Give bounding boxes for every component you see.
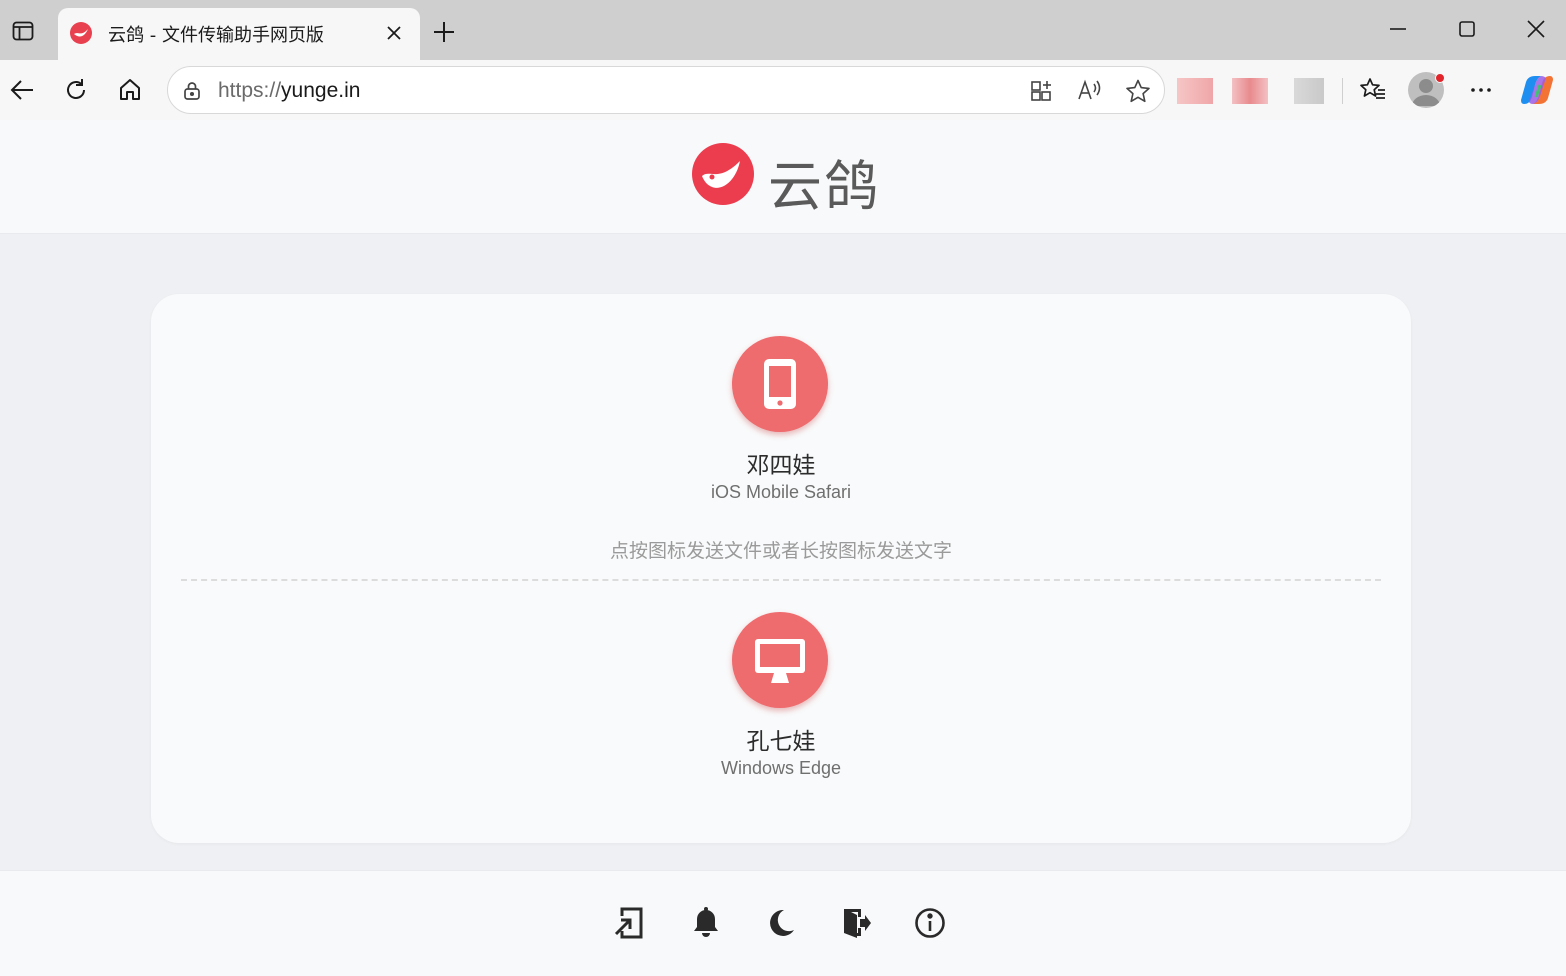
mobile-phone-icon [764, 359, 796, 409]
more-options-icon[interactable] [1466, 75, 1496, 105]
url-text[interactable]: https://yunge.in [218, 79, 360, 103]
yunge-logo-icon [692, 143, 754, 205]
browser-toolbar: https://yunge.in [0, 60, 1566, 120]
tab-title: 云鸽 - 文件传输助手网页版 [108, 25, 324, 46]
browser-tab[interactable]: 云鸽 - 文件传输助手网页版 [58, 8, 420, 60]
new-tab-icon[interactable] [430, 18, 458, 46]
extension-icon[interactable] [1294, 78, 1324, 104]
dashed-divider [181, 579, 1381, 581]
tab-actions-icon[interactable] [8, 16, 38, 46]
app-header: 云鸽 [0, 120, 1566, 234]
maximize-icon[interactable] [1452, 14, 1482, 44]
url-host: yunge.in [281, 79, 361, 102]
extension-icon[interactable] [1177, 78, 1213, 104]
close-window-icon[interactable] [1521, 14, 1551, 44]
app-available-icon[interactable] [1028, 77, 1056, 105]
copilot-icon[interactable] [1520, 73, 1554, 107]
yunge-favicon-icon [70, 22, 92, 44]
extension-icon[interactable] [1232, 78, 1268, 104]
refresh-icon[interactable] [61, 75, 91, 105]
desktop-monitor-icon [755, 639, 805, 683]
minimize-icon[interactable] [1383, 14, 1413, 44]
favorites-icon[interactable] [1358, 75, 1388, 105]
moon-icon[interactable] [763, 905, 799, 941]
device-agent: iOS Mobile Safari [710, 482, 852, 502]
favorite-star-icon[interactable] [1124, 77, 1152, 105]
app-footer [0, 870, 1566, 976]
address-bar[interactable]: https://yunge.in [167, 66, 1165, 114]
toolbar-divider [1342, 78, 1343, 104]
device-name: 孔七娃 [746, 729, 816, 755]
device-list-card: 邓四娃 iOS Mobile Safari 点按图标发送文件或者长按图标发送文字… [151, 294, 1411, 843]
info-icon[interactable] [912, 905, 948, 941]
device-name: 邓四娃 [746, 453, 816, 479]
url-scheme: https:// [218, 79, 282, 102]
site-info-lock-icon[interactable] [180, 79, 204, 103]
device-button-desktop[interactable] [732, 612, 828, 708]
logout-icon[interactable] [838, 905, 874, 941]
logo-text: 云鸽 [768, 155, 880, 218]
back-arrow-icon[interactable] [7, 75, 37, 105]
browser-tab-bar: 云鸽 - 文件传输助手网页版 [0, 0, 1566, 60]
tab-close-icon[interactable] [384, 23, 404, 43]
enter-room-icon[interactable] [612, 905, 648, 941]
home-icon[interactable] [115, 75, 145, 105]
notification-dot [1435, 73, 1445, 83]
page-content: 云鸽 邓四娃 iOS Mobile Safari 点按图标发送文件或者长按图标发… [0, 120, 1566, 976]
device-agent: Windows Edge [720, 758, 842, 778]
device-button-mobile[interactable] [732, 336, 828, 432]
bell-icon[interactable] [688, 905, 724, 941]
hint-text: 点按图标发送文件或者长按图标发送文字 [609, 540, 952, 562]
read-aloud-icon[interactable] [1076, 77, 1104, 105]
